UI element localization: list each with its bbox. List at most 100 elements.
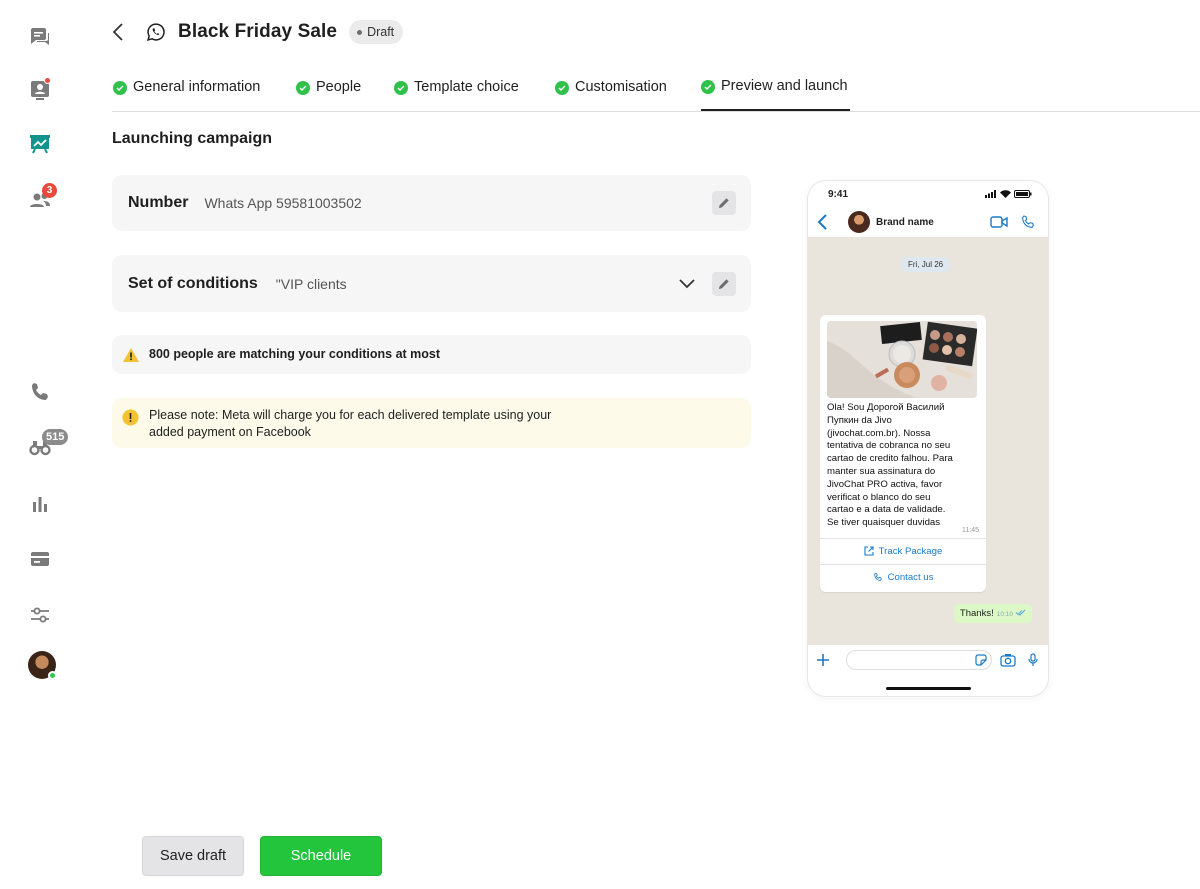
home-indicator <box>886 687 971 690</box>
tab-label: Template choice <box>414 79 519 95</box>
track-package-label: Track Package <box>878 545 943 557</box>
message-line: Se tiver quaisquer duvidas <box>827 517 941 529</box>
chevron-down-icon <box>679 278 695 288</box>
message-line: (jivochat.com.br). Nossa <box>827 427 931 439</box>
user-avatar[interactable] <box>28 651 57 680</box>
reply-bubble: Thanks! 10:10 <box>953 604 1032 623</box>
credit-card-icon <box>31 552 49 566</box>
sidebar-item-visitors[interactable] <box>26 76 54 104</box>
chevron-left-icon[interactable] <box>816 213 830 231</box>
tab-general-information[interactable]: General information <box>113 79 260 112</box>
note-line-1: Please note: Meta will charge you for ea… <box>149 408 552 422</box>
microphone-icon[interactable] <box>1028 653 1038 667</box>
camera-icon[interactable] <box>1000 653 1016 667</box>
contact-name: Brand name <box>876 216 934 228</box>
sidebar-item-calls[interactable] <box>26 378 54 406</box>
pencil-icon <box>719 278 729 289</box>
battery-icon <box>1014 190 1032 198</box>
conditions-card[interactable]: Set of conditions "VIP clients <box>112 255 751 312</box>
external-link-icon <box>864 546 874 556</box>
message-line: verificat o blanco do seu <box>827 491 931 503</box>
info-alert-icon <box>122 409 139 426</box>
tab-label: Preview and launch <box>721 78 848 94</box>
page-header: Black Friday Sale Draft <box>112 18 404 46</box>
sidebar-item-monitoring[interactable]: 515 <box>26 429 69 461</box>
team-badge: 3 <box>42 183 57 198</box>
message-line: Пупкин da Jivo <box>827 414 892 426</box>
phone-icon <box>32 383 48 400</box>
message-line: Ola! Sou Дорогой Василий <box>827 402 945 413</box>
sidebar-item-team[interactable]: 3 <box>26 183 57 214</box>
number-label: Number <box>128 194 189 211</box>
edit-conditions-button[interactable] <box>712 271 736 296</box>
message-line: tentativa de cobranca no seu <box>827 440 951 452</box>
chevron-left-icon <box>112 23 123 41</box>
number-card: Number Whats App 59581003502 <box>112 175 751 231</box>
conditions-value: "VIP clients <box>275 275 347 292</box>
plus-icon[interactable] <box>816 653 830 667</box>
contact-avatar <box>848 211 870 233</box>
reply-text: Thanks! <box>959 608 994 619</box>
status-dot <box>357 29 363 35</box>
presentation-chart-icon <box>30 135 50 154</box>
status-label: Draft <box>367 25 395 39</box>
chat-header: Brand name <box>808 207 1048 237</box>
date-divider: Fri, Jul 26 <box>901 257 951 272</box>
video-call-icon[interactable] <box>990 215 1008 229</box>
contact-us-label: Contact us <box>887 571 934 583</box>
tab-preview-and-launch[interactable]: Preview and launch <box>701 78 850 111</box>
phone-preview: 9:41 Brand name Fri, Jul 26 Ola! Sou Дор… <box>808 181 1048 696</box>
cosmetics-image <box>827 321 977 398</box>
contact-us-button[interactable]: Contact us <box>820 565 986 589</box>
signal-icon <box>985 190 996 198</box>
check-circle-icon <box>555 81 569 95</box>
schedule-button[interactable]: Schedule <box>260 836 382 876</box>
expand-conditions-button[interactable] <box>677 274 697 294</box>
page-title: Black Friday Sale <box>178 21 338 42</box>
save-draft-button[interactable]: Save draft <box>142 836 244 876</box>
message-line: JivoChat PRO activa, favor <box>827 478 943 490</box>
message-line: cartao de credito falhou. Para <box>827 453 953 465</box>
tab-customisation[interactable]: Customisation <box>555 79 667 112</box>
sidebar-item-billing[interactable] <box>26 545 54 573</box>
phone-icon[interactable] <box>1020 214 1036 230</box>
sidebar-item-reports[interactable] <box>26 490 54 518</box>
back-button[interactable] <box>112 18 132 46</box>
section-title: Launching campaign <box>112 130 273 147</box>
message-input[interactable] <box>846 650 992 670</box>
conditions-label: Set of conditions <box>128 274 258 292</box>
chat-input-bar <box>808 645 1048 675</box>
edit-number-button[interactable] <box>712 191 736 215</box>
sidebar-item-settings[interactable] <box>26 601 54 629</box>
whatsapp-icon <box>147 23 165 41</box>
step-tabs: General information People Template choi… <box>112 74 1200 112</box>
phone-icon <box>873 572 882 581</box>
sidebar-item-chats[interactable] <box>26 23 54 51</box>
tab-template-choice[interactable]: Template choice <box>394 79 519 112</box>
message-line: cartao e a data de validade. <box>827 504 946 516</box>
message-text: Ola! Sou Дорогой Василий Пупкин da Jivo … <box>827 402 982 530</box>
note-line-2: added payment on Facebook <box>149 425 311 439</box>
track-package-button[interactable]: Track Package <box>820 539 986 563</box>
notification-dot <box>44 77 51 84</box>
sliders-icon <box>31 607 49 623</box>
chat-bubbles-icon <box>31 28 49 45</box>
monitoring-badge: 515 <box>42 429 69 445</box>
check-circle-icon <box>296 81 310 95</box>
phone-clock: 9:41 <box>828 189 849 200</box>
check-circle-icon <box>394 81 408 95</box>
reply-time: 10:10 <box>996 611 1013 618</box>
tab-label: People <box>316 79 362 95</box>
tab-people[interactable]: People <box>296 79 361 112</box>
phone-status-icons <box>985 190 1032 198</box>
pencil-icon <box>719 198 729 208</box>
sticker-icon[interactable] <box>975 654 987 666</box>
sidebar-item-campaigns[interactable] <box>26 130 54 158</box>
warning-text: 800 people are matching your conditions … <box>149 347 441 361</box>
status-badge: Draft <box>349 20 404 44</box>
matching-warning: 800 people are matching your conditions … <box>112 335 751 374</box>
meta-charge-note: Please note: Meta will charge you for ea… <box>112 398 751 448</box>
tab-label: General information <box>133 79 261 95</box>
wifi-icon <box>1000 190 1011 198</box>
check-circle-icon <box>113 81 127 95</box>
